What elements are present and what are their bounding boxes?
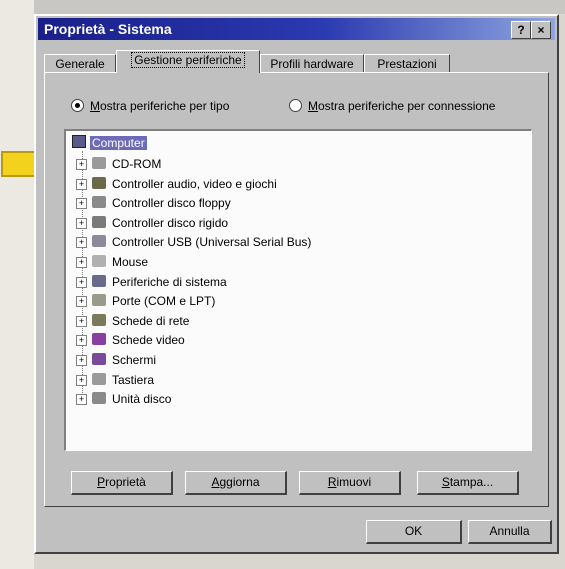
help-button[interactable]: ? [511,21,531,39]
view-by-connection-radio[interactable] [289,99,302,112]
tree-item[interactable]: + Tastiera [76,371,154,390]
tree-item-label: Mouse [112,255,149,269]
tab-hardware-profiles-label: Profili hardware [270,57,354,71]
video-card-icon [92,333,106,346]
view-by-type-option[interactable]: Mostra periferiche per tipo [71,99,229,113]
tree-item[interactable]: + Schede video [76,331,185,350]
tab-hardware-profiles[interactable]: Profili hardware [260,54,364,72]
device-tree[interactable]: Computer + CD-ROM + Controller audio, video… [64,129,532,451]
expand-icon[interactable]: + [76,374,87,386]
properties-button[interactable]: Proprietà [71,471,173,495]
tree-item-label: Controller disco floppy [112,196,231,211]
mouse-icon [92,255,106,267]
tree-item-label: Tastiera [112,372,155,387]
properties-button-label: roprietà [105,475,146,489]
remove-button[interactable]: Rimuovi [299,471,401,495]
view-by-connection-option[interactable]: Mostra periferiche per connessione [289,99,495,113]
tree-item-label: Controller USB (Universal Serial Bus) [112,235,312,250]
tree-item-label: Schede di rete [112,313,190,328]
usb-icon [92,235,106,248]
remove-button-label: imuovi [336,475,372,489]
expand-icon[interactable]: + [76,198,87,210]
tree-item[interactable]: + Controller audio, video e giochi [76,175,277,194]
ok-button[interactable]: OK [366,520,462,544]
tree-item-label: Schermi [112,353,157,367]
ports-icon [92,294,106,307]
keyboard-icon [92,372,106,385]
view-by-type-radio[interactable] [71,99,84,112]
tree-item[interactable]: + Schede di rete [76,312,189,331]
disk-drive-icon [92,392,106,405]
tree-item[interactable]: + Schermi [76,351,156,370]
device-manager-panel: Mostra periferiche per tipo Mostra perif… [44,72,549,507]
tab-general[interactable]: Generale [44,54,116,72]
expand-icon[interactable]: + [76,296,87,308]
monitor-icon [92,353,106,365]
tree-item[interactable]: + Periferiche di sistema [76,273,227,292]
expand-icon[interactable]: + [76,257,87,268]
tree-item-label: Schede video [112,333,185,348]
tree-item[interactable]: + Mouse [76,253,148,272]
expand-icon[interactable]: + [76,178,87,190]
view-by-connection-label: ostra periferiche per connessione [318,99,496,113]
title-bar: Proprietà - Sistema ? × [38,18,555,40]
tree-item[interactable]: + Controller disco rigido [76,214,228,233]
expand-icon[interactable]: + [76,355,87,366]
view-by-connection-hotkey: M [308,99,318,113]
hard-disk-controller-icon [92,215,106,228]
tree-item-label: Controller audio, video e giochi [112,176,277,191]
view-by-type-label: ostra periferiche per tipo [100,99,230,113]
properties-button-hotkey: P [97,475,106,489]
tab-performance[interactable]: Prestazioni [364,54,450,72]
system-devices-icon [92,274,106,287]
tree-item-label: Periferiche di sistema [112,274,227,289]
expand-icon[interactable]: + [76,217,87,229]
update-button[interactable]: Aggiorna [185,471,287,495]
tab-device-manager-label: Gestione periferiche [131,52,245,68]
expand-icon[interactable]: + [76,276,87,288]
window-title: Proprietà - Sistema [44,21,172,37]
print-button-hotkey: S [441,475,450,489]
tree-item-label: CD-ROM [112,157,162,171]
cancel-button[interactable]: Annulla [468,520,552,544]
tree-root-label: Computer [90,136,147,150]
tree-item[interactable]: + Controller disco floppy [76,194,231,213]
close-button[interactable]: × [531,21,551,39]
tab-general-label: Generale [55,57,105,71]
floppy-controller-icon [92,196,106,209]
view-by-type-hotkey: M [90,99,100,113]
tree-root-computer[interactable]: Computer [72,135,147,151]
tab-device-manager[interactable]: Gestione periferiche [116,50,260,73]
tree-item-label: Porte (COM e LPT) [112,294,216,309]
tree-item-label: Unità disco [112,392,172,407]
update-button-label: ggiorna [219,475,260,489]
tree-item-label: Controller disco rigido [112,215,229,230]
print-button[interactable]: Stampa... [417,471,519,495]
tree-item[interactable]: + CD-ROM [76,155,161,174]
expand-icon[interactable]: + [76,315,87,327]
computer-icon [72,135,86,148]
tree-item[interactable]: + Unità disco [76,390,171,409]
audio-controller-icon [92,176,106,189]
expand-icon[interactable]: + [76,335,87,347]
system-properties-window: Proprietà - Sistema ? × Generale Gestion… [34,14,559,554]
expand-icon[interactable]: + [76,237,87,249]
tree-item[interactable]: + Porte (COM e LPT) [76,292,215,311]
expand-icon[interactable]: + [76,159,87,170]
tab-performance-label: Prestazioni [377,57,437,71]
page-background-top [0,0,565,14]
expand-icon[interactable]: + [76,394,87,406]
tree-item[interactable]: + Controller USB (Universal Serial Bus) [76,233,311,252]
network-card-icon [92,313,106,326]
page-background-left [0,0,34,569]
cdrom-icon [92,157,106,169]
print-button-label: tampa... [449,475,494,489]
